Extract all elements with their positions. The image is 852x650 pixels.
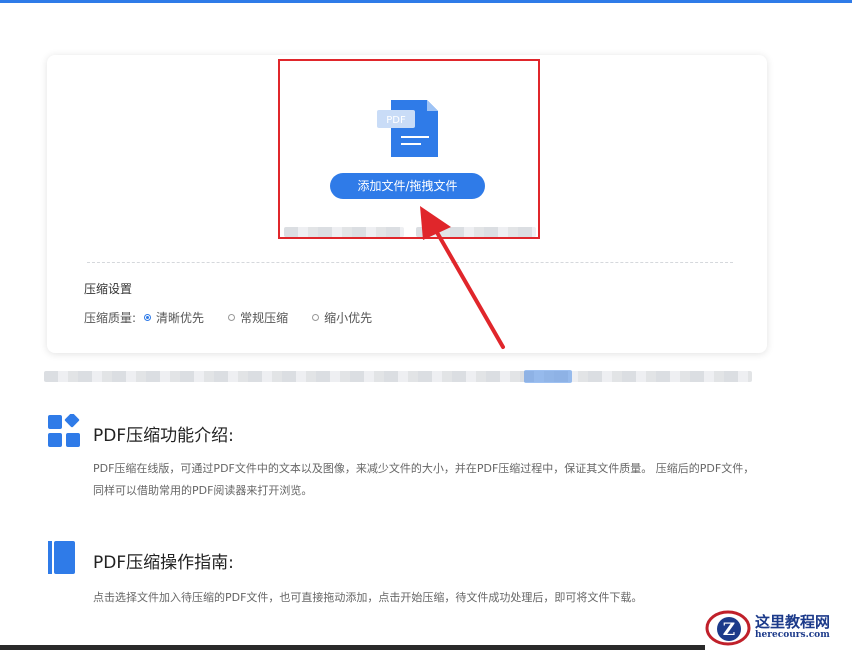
site-watermark: Z 这里教程网 herecours.com: [705, 606, 852, 650]
watermark-site-name: 这里教程网: [755, 613, 831, 632]
quality-label: 压缩质量:: [84, 311, 137, 325]
section-title-intro: PDF压缩功能介绍:: [93, 426, 234, 446]
add-file-button[interactable]: 添加文件/拖拽文件: [330, 173, 485, 199]
radio-label: 常规压缩: [240, 311, 289, 325]
pdf-icon-label: PDF: [386, 115, 406, 126]
annotation-arrow-icon: [420, 206, 505, 349]
top-accent-line: [0, 0, 852, 3]
radio-clarity-first[interactable]: 清晰优先: [144, 309, 204, 326]
radio-size-first[interactable]: 缩小优先: [312, 309, 372, 326]
radio-label: 缩小优先: [324, 311, 373, 325]
blurred-hint-text: [284, 227, 404, 237]
watermark-logo-icon: Z: [705, 610, 751, 646]
radio-unchecked-icon: [312, 314, 320, 321]
watermark-logo-letter: Z: [723, 620, 735, 640]
blurred-link: [524, 370, 572, 383]
book-icon: [48, 541, 75, 574]
section-desc-intro: PDF压缩在线版，可通过PDF文件中的文本以及图像，来减少文件的大小，并在PDF…: [93, 462, 755, 497]
pdf-file-icon: PDF: [377, 100, 438, 157]
bottom-bar: [0, 645, 705, 650]
watermark-site-url: herecours.com: [755, 630, 830, 641]
compression-settings-title: 压缩设置: [84, 282, 133, 296]
radio-checked-icon: [144, 314, 152, 321]
grid-apps-icon: [48, 414, 80, 447]
radio-normal-compress[interactable]: 常规压缩: [228, 309, 288, 326]
radio-unchecked-icon: [228, 314, 236, 321]
section-title-guide: PDF压缩操作指南:: [93, 553, 234, 573]
compression-quality-row: 压缩质量: 清晰优先 常规压缩 缩小优先: [84, 309, 396, 326]
blurred-notice-text: [44, 371, 752, 382]
section-desc-guide: 点击选择文件加入待压缩的PDF文件，也可直接拖动添加，点击开始压缩，待文件成功处…: [93, 591, 643, 604]
radio-label: 清晰优先: [156, 311, 205, 325]
